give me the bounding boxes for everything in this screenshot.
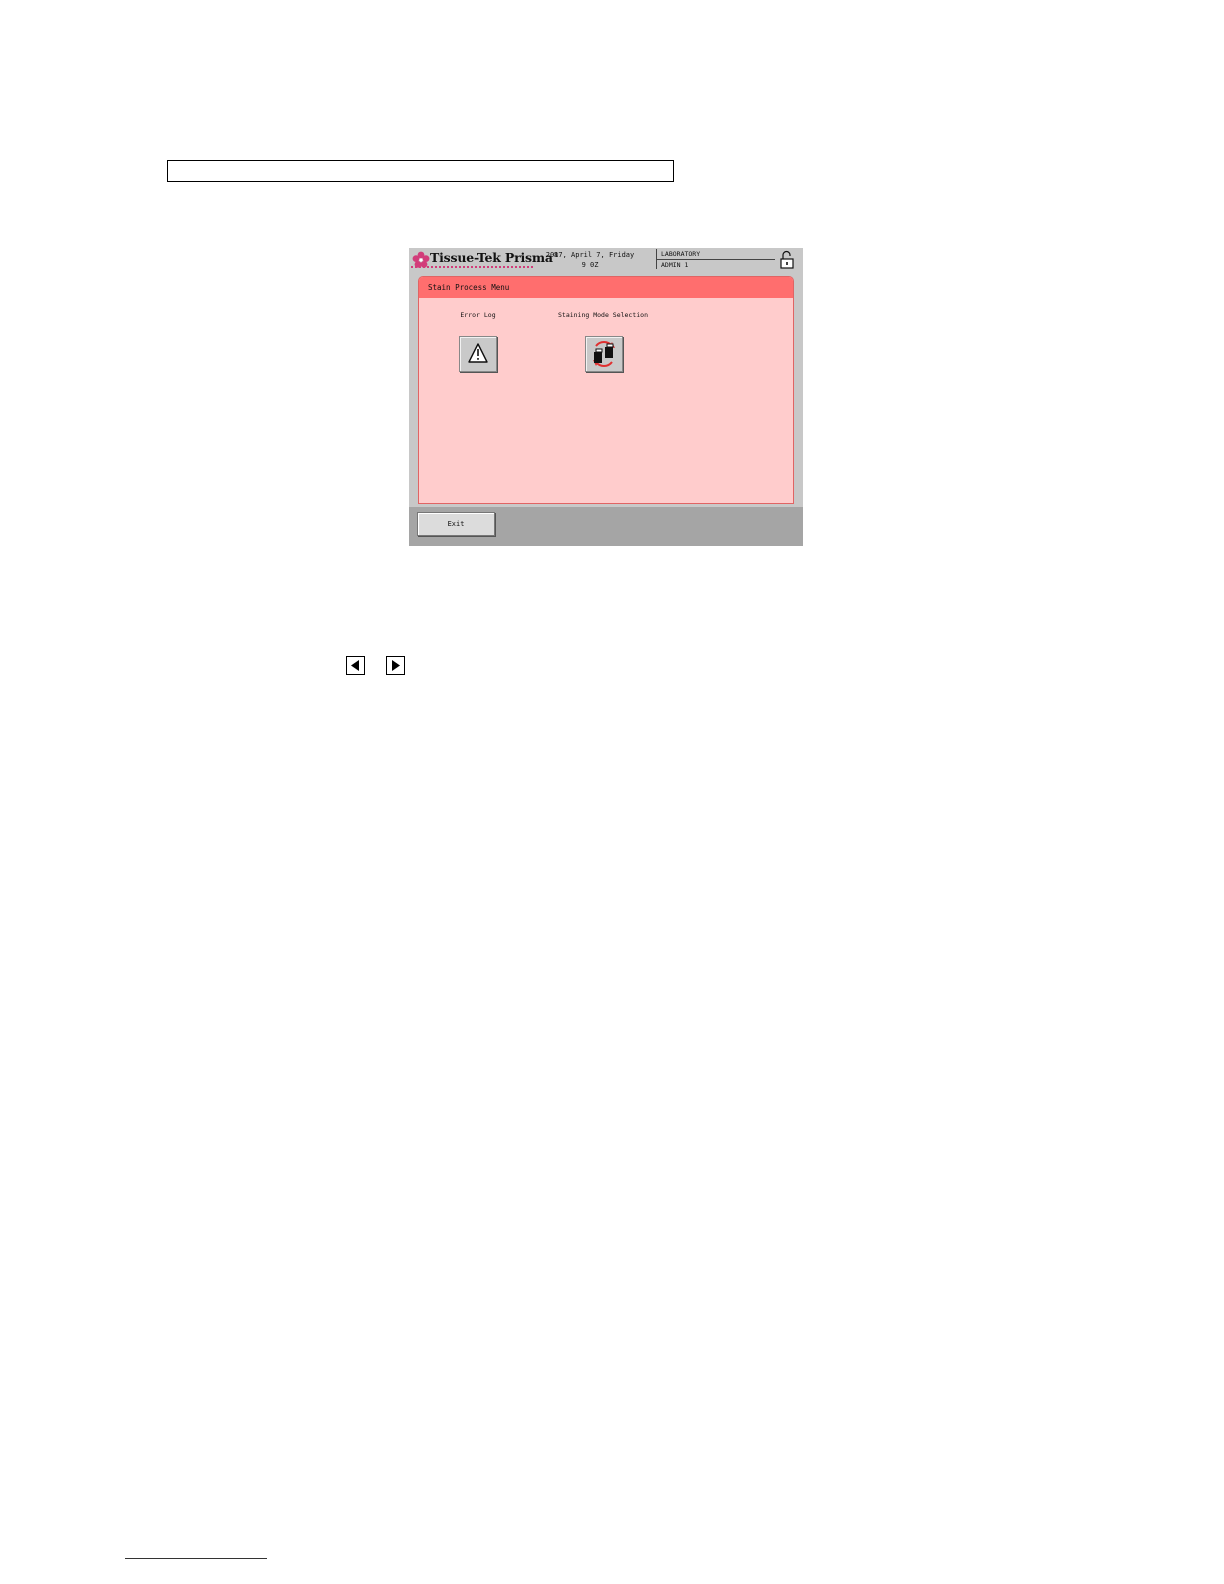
footnote-divider (125, 1558, 267, 1559)
caption-box (167, 160, 674, 182)
error-log-label: Error Log (460, 311, 496, 319)
location-label: LABORATORY (661, 250, 701, 258)
time-line: 9 0Z (581, 261, 599, 269)
triangle-right-icon (392, 660, 400, 671)
brand-name: Tissue-Tek Prisma® (430, 250, 559, 265)
stain-process-panel: Stain Process Menu Error Log Staining Mo… (418, 276, 794, 504)
error-log-button[interactable] (459, 336, 497, 372)
previous-screen-button[interactable] (346, 656, 365, 675)
user-info: LABORATORY ADMIN 1 (656, 249, 775, 269)
date-line: 2017, April 7, Friday (545, 251, 635, 259)
next-screen-button[interactable] (386, 656, 405, 675)
staining-mode-selection-label: Staining Mode Selection (557, 311, 649, 319)
exit-button[interactable]: Exit (417, 512, 495, 536)
panel-title: Stain Process Menu (419, 277, 793, 298)
device-screen: Tissue-Tek Prisma® 2017, April 7, Friday… (409, 248, 803, 546)
staining-mode-selection-button[interactable] (585, 336, 623, 372)
screen-footer: Exit (409, 507, 803, 546)
mode-switch-icon (593, 341, 615, 367)
brand-underline (411, 266, 533, 268)
user-label: ADMIN 1 (661, 261, 689, 269)
date-time: 2017, April 7, Friday 9 0Z (545, 250, 635, 270)
unlocked-padlock-icon[interactable] (779, 250, 795, 270)
warning-icon (468, 343, 488, 363)
screen-header: Tissue-Tek Prisma® 2017, April 7, Friday… (409, 248, 803, 272)
triangle-left-icon (351, 660, 359, 671)
